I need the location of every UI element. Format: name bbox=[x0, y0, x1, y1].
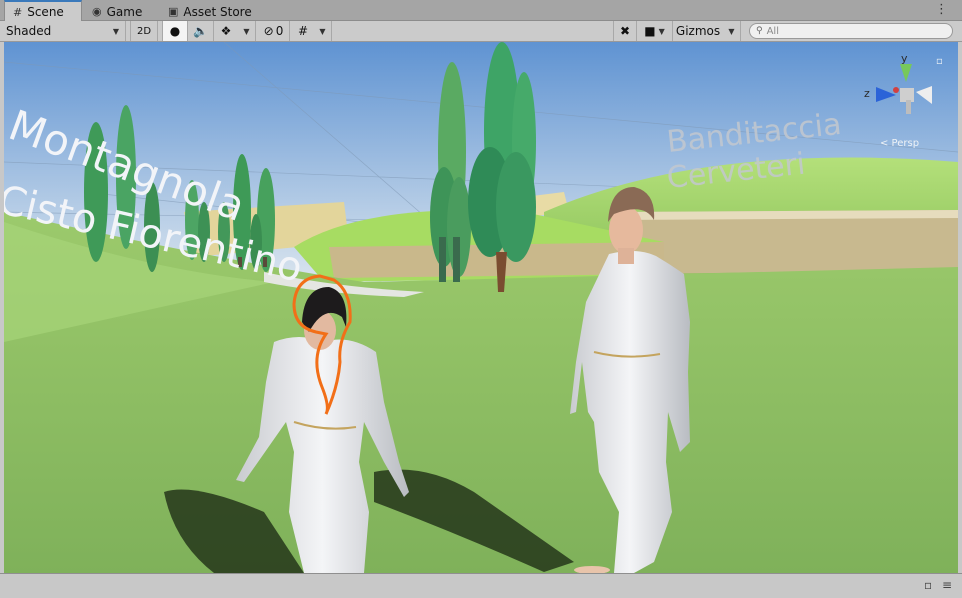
more-options-icon[interactable]: ⋮ bbox=[935, 2, 948, 17]
lighting-toggle-button[interactable]: ● bbox=[162, 21, 188, 41]
search-icon: ⚲ bbox=[756, 26, 763, 36]
gizmos-dropdown[interactable]: ▼ bbox=[723, 21, 741, 41]
gizmo-z-label: z bbox=[864, 87, 870, 100]
effects-toggle-button[interactable]: ❖ bbox=[214, 21, 238, 41]
light-bulb-icon: ● bbox=[169, 24, 181, 38]
grid-toggle-button[interactable]: # bbox=[292, 21, 314, 41]
camera-settings-button[interactable]: ■ ▼ bbox=[637, 21, 673, 41]
audio-toggle-button[interactable]: 🔈 bbox=[188, 21, 214, 41]
eye-slash-icon: ⊘ bbox=[263, 24, 274, 38]
lock-icon: ▫ bbox=[936, 56, 943, 67]
tools-icon: ✖ bbox=[619, 24, 631, 38]
search-placeholder: All bbox=[766, 25, 779, 37]
tab-label: Game bbox=[106, 4, 143, 19]
gamepad-icon: ◉ bbox=[92, 5, 102, 18]
effects-dropdown[interactable]: ▼ bbox=[238, 21, 256, 41]
effects-icon: ❖ bbox=[220, 24, 232, 38]
draw-mode-dropdown[interactable]: Shaded ▼ bbox=[0, 21, 126, 41]
tab-bar: # Scene ◉ Game ▣ Asset Store ⋮ bbox=[0, 0, 962, 22]
status-bar: ▫ ≡ bbox=[0, 573, 962, 598]
chevron-down-icon: ▼ bbox=[728, 26, 735, 36]
tools-button[interactable]: ✖ bbox=[613, 21, 637, 41]
chevron-down-icon: ▼ bbox=[243, 26, 250, 36]
speaker-icon: 🔈 bbox=[193, 24, 208, 38]
gizmos-label: Gizmos bbox=[675, 24, 721, 38]
grid-dropdown[interactable]: ▼ bbox=[314, 21, 332, 41]
grid-icon: # bbox=[297, 24, 309, 38]
search-input[interactable]: ⚲ All bbox=[749, 23, 953, 39]
scene-render: Montagnola Cisto Fiorentino Banditaccia … bbox=[4, 42, 958, 573]
tab-label: Scene bbox=[27, 5, 64, 19]
menu-icon[interactable]: ≡ bbox=[942, 578, 952, 592]
tab-game[interactable]: ◉ Game bbox=[84, 2, 156, 21]
tab-asset-store[interactable]: ▣ Asset Store bbox=[160, 2, 260, 21]
bag-icon: ▣ bbox=[168, 5, 179, 18]
scene-frame-right bbox=[958, 42, 962, 573]
tab-label: Asset Store bbox=[183, 4, 252, 19]
grid-icon: # bbox=[13, 5, 23, 19]
2d-label: 2D bbox=[136, 25, 152, 37]
projection-label: < Persp bbox=[880, 138, 919, 149]
scene-visibility-button[interactable]: ⊘ 0 bbox=[258, 21, 290, 41]
draw-mode-value: Shaded bbox=[6, 24, 52, 38]
tab-scene[interactable]: # Scene bbox=[4, 0, 82, 22]
lock-icon[interactable]: ▫ bbox=[924, 578, 932, 592]
hidden-count: 0 bbox=[275, 24, 284, 38]
gizmos-button[interactable]: Gizmos bbox=[673, 21, 723, 41]
scene-viewport[interactable]: Montagnola Cisto Fiorentino Banditaccia … bbox=[4, 42, 958, 573]
gizmo-y-label: y bbox=[901, 52, 908, 65]
chevron-down-icon: ▼ bbox=[112, 26, 119, 36]
camera-icon: ■ bbox=[644, 24, 656, 38]
2d-toggle-button[interactable]: 2D bbox=[130, 21, 158, 41]
chevron-down-icon: ▼ bbox=[319, 26, 326, 36]
chevron-down-icon: ▼ bbox=[658, 26, 665, 36]
